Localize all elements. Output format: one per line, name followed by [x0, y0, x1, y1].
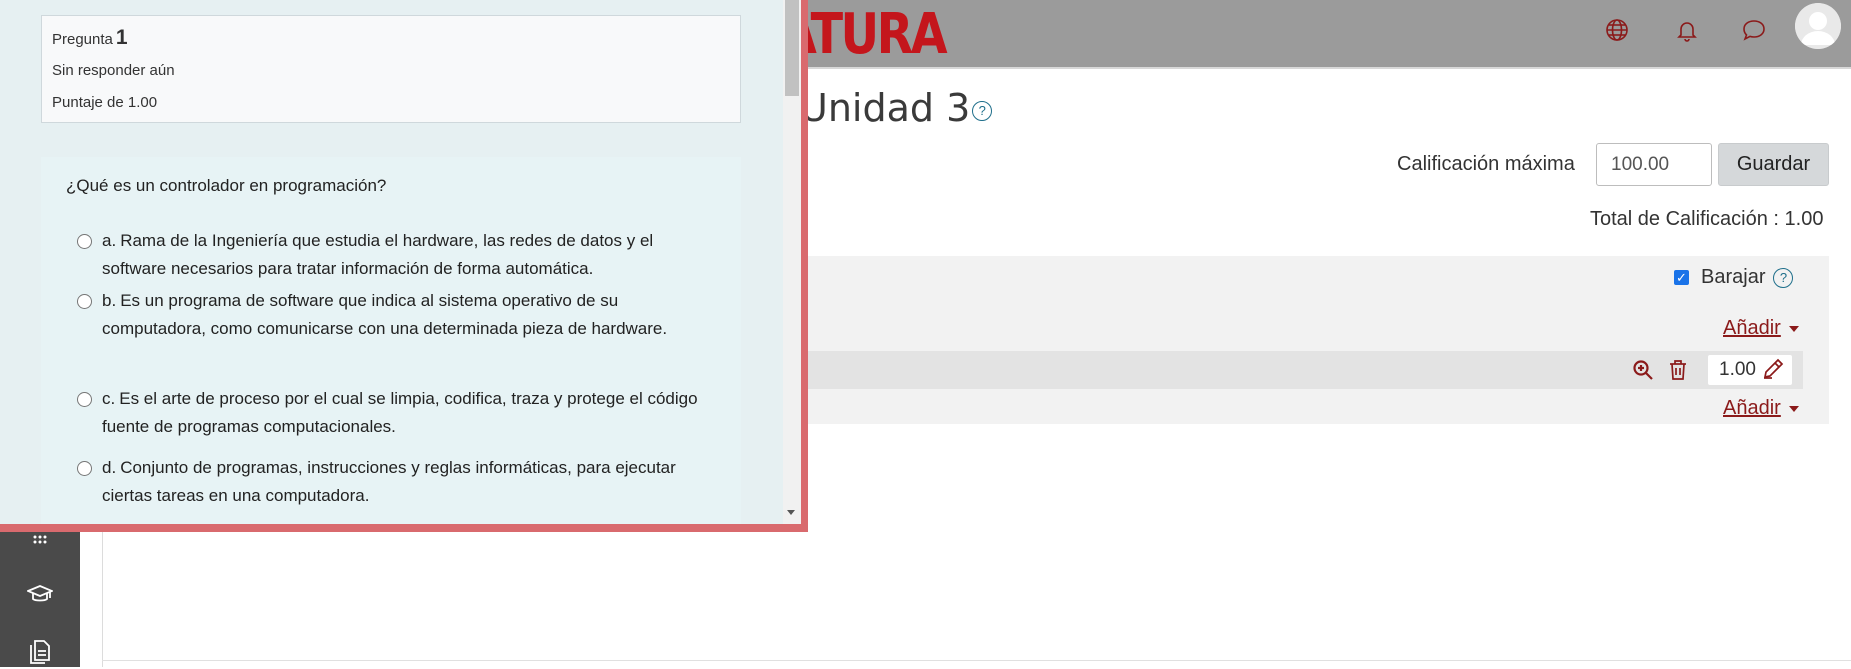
- answer-text: Es el arte de proceso por el cual se lim…: [102, 389, 698, 436]
- radio-button[interactable]: [77, 234, 92, 249]
- max-grade-input[interactable]: [1596, 143, 1712, 186]
- content-border: [102, 520, 103, 667]
- answer-text: Conjunto de programas, instrucciones y r…: [102, 458, 676, 505]
- answer-text: Rama de la Ingeniería que estudia el har…: [102, 231, 654, 278]
- question-info-box: Pregunta 1 Sin responder aún Puntaje de 1…: [41, 15, 741, 123]
- help-icon[interactable]: ?: [972, 100, 993, 121]
- question-state: Sin responder aún: [52, 62, 175, 79]
- radio-button[interactable]: [77, 461, 92, 476]
- question-number: Pregunta 1: [52, 26, 128, 49]
- caret-down-icon: [1788, 405, 1799, 412]
- globe-icon[interactable]: [1599, 12, 1635, 48]
- graduation-cap-icon[interactable]: [22, 576, 58, 612]
- help-icon[interactable]: ?: [1773, 267, 1794, 288]
- page-title: Unidad 3?: [800, 86, 993, 130]
- radio-button[interactable]: [77, 392, 92, 407]
- answer-text: Es un programa de software que indica al…: [102, 291, 668, 338]
- preview-content: Pregunta 1 Sin responder aún Puntaje de 1…: [0, 0, 801, 524]
- trash-icon[interactable]: [1665, 357, 1691, 383]
- shuffle-label: Barajar: [1701, 266, 1766, 288]
- chat-icon[interactable]: [1736, 12, 1772, 48]
- shuffle-checkbox[interactable]: ✓: [1674, 270, 1689, 285]
- max-grade-label: Calificación máxima: [1397, 153, 1575, 175]
- question-preview-window: Pregunta 1 Sin responder aún Puntaje de 1…: [0, 0, 808, 532]
- scroll-down-arrow-icon[interactable]: [787, 510, 795, 515]
- save-button[interactable]: Guardar: [1718, 143, 1829, 186]
- question-text: ¿Qué es un controlador en programación?: [66, 176, 387, 195]
- caret-down-icon: [1788, 325, 1799, 332]
- preview-zoom-icon[interactable]: [1630, 357, 1656, 383]
- shuffle-control: ✓ Barajar ?: [1674, 266, 1794, 289]
- edit-pencil-icon[interactable]: [1761, 357, 1785, 386]
- scrollbar-thumb[interactable]: [785, 0, 799, 96]
- radio-button[interactable]: [77, 294, 92, 309]
- user-avatar[interactable]: [1795, 3, 1841, 49]
- bell-icon[interactable]: [1669, 12, 1705, 48]
- content-bottom-divider: [102, 660, 1851, 661]
- add-menu-top[interactable]: Añadir: [1723, 317, 1799, 340]
- question-grade: Puntaje de 1.00: [52, 94, 158, 111]
- total-grade-text: Total de Calificación : 1.00: [1590, 208, 1824, 230]
- left-navigation-drawer: [0, 520, 80, 667]
- add-menu-bottom[interactable]: Añadir: [1723, 397, 1799, 420]
- files-icon[interactable]: [22, 633, 58, 669]
